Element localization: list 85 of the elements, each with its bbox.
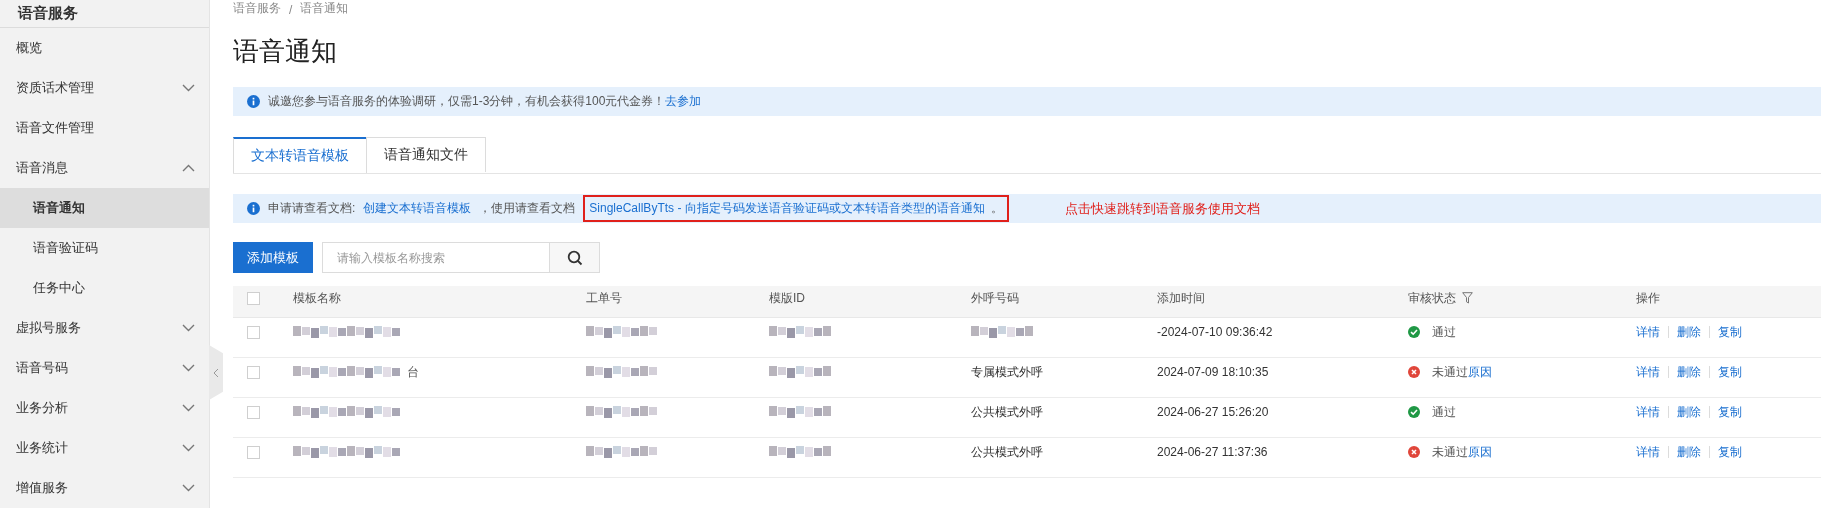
column-header: 模板名称 [293,289,342,307]
column-header: 外呼号码 [971,289,1020,307]
check-circle-icon [1408,406,1420,418]
checkbox[interactable] [247,365,260,379]
sidebar-item[interactable]: 语音通知 [0,188,209,229]
page-title: 语音通知 [233,35,338,68]
action-link[interactable]: 复制 [1718,443,1742,461]
column-header: 模版ID [769,289,806,307]
reason-link[interactable]: 原因 [1468,363,1492,381]
sidebar-item[interactable]: 语音号码 [0,348,209,388]
info-icon [247,202,260,215]
column-header: 审核状态 [1408,289,1456,307]
sidebar-item[interactable]: 任务中心 [0,268,209,309]
status-text: 通过 [1432,323,1456,341]
table-cell-text: 公共模式外呼 [971,443,1044,461]
action-link[interactable]: 详情 [1636,443,1660,461]
search-button[interactable] [550,242,600,273]
checkbox[interactable] [247,405,260,419]
notice-link[interactable]: 去参加 [665,93,702,110]
column-header: 操作 [1636,289,1661,307]
breadcrumb-item[interactable]: 语音服务 [233,0,281,17]
action-link[interactable]: 复制 [1718,363,1742,381]
action-link[interactable]: 删除 [1677,363,1701,381]
action-link[interactable]: 删除 [1677,443,1701,461]
table-cell-text: 2024-06-27 15:26:20 [1157,405,1270,419]
status-text: 未通过 [1432,363,1468,381]
column-header: 工单号 [586,289,623,307]
table-cell-text: 公共模式外呼 [971,403,1044,421]
status-text: 通过 [1432,403,1456,421]
table-cell-text: 2024-07-09 18:10:35 [1157,365,1270,379]
sidebar-item[interactable]: 语音消息 [0,148,209,189]
search-field[interactable]: 请输入模板名称搜索 [322,242,550,273]
chevron-down-icon [182,84,195,93]
status-text: 未通过 [1432,443,1468,461]
checkbox[interactable] [247,445,260,459]
notice-text: 申请请查看文档: [268,200,356,217]
search-icon [566,249,583,266]
table-cell-text: 2024-06-27 11:37:36 [1157,445,1269,459]
add-template-button[interactable]: 添加模板 [233,242,313,273]
checkbox[interactable] [247,325,260,339]
sidebar-item[interactable]: 虚拟号服务 [0,308,209,349]
reason-link[interactable]: 原因 [1468,443,1492,461]
sidebar-item[interactable]: 增值服务 [0,467,209,508]
chevron-up-icon [182,164,195,173]
tab[interactable]: 语音通知文件 [366,137,486,172]
check-circle-icon [1408,326,1420,338]
sidebar-item[interactable]: 业务分析 [0,388,209,428]
notice-text: 诚邀您参与语音服务的体验调研，仅需1-3分钟，有机会获得100元代金券！ [268,93,666,110]
sidebar-item[interactable]: 语音文件管理 [0,108,209,149]
x-circle-icon [1408,446,1420,458]
table-cell-text: -2024-07-10 09:36:42 [1157,325,1274,339]
action-link[interactable]: 复制 [1718,403,1742,421]
filter-icon[interactable] [1462,292,1473,304]
action-link[interactable]: 详情 [1636,403,1660,421]
action-link[interactable]: 详情 [1636,323,1660,341]
tab[interactable]: 文本转语音模板 [233,137,367,173]
column-header: 添加时间 [1157,289,1206,307]
table-cell-text: 专属模式外呼 [971,363,1044,381]
sidebar-item[interactable]: 语音验证码 [0,228,209,269]
chevron-down-icon [182,364,195,373]
action-link[interactable]: 删除 [1677,323,1701,341]
sidebar-item[interactable]: 业务统计 [0,428,209,468]
notice-text: ，使用请查看文档 [479,200,576,217]
action-link[interactable]: 复制 [1718,323,1742,341]
sidebar-item[interactable]: 概览 [0,28,209,69]
breadcrumb-item: / [289,3,293,17]
notice-text: 。 [990,200,1003,217]
action-link[interactable]: 删除 [1677,403,1701,421]
table-cell: 台 [407,363,419,381]
chevron-down-icon [182,324,195,333]
annotation-text: 点击快速跳转到语音服务使用文档 [1064,199,1260,218]
sidebar-title: 语音服务 [0,0,209,29]
doc-link[interactable]: SingleCallByTts - 向指定号码发送语音验证码或文本转语音类型的语音通知 [589,200,985,217]
breadcrumb-item[interactable]: 语音通知 [300,0,349,17]
x-circle-icon [1408,366,1420,378]
info-icon [247,95,260,108]
collapse-handle[interactable] [209,345,223,400]
chevron-down-icon [182,404,195,412]
action-link[interactable]: 详情 [1636,363,1660,381]
sidebar-item[interactable]: 资质话术管理 [0,68,209,109]
chevron-down-icon [182,443,195,452]
checkbox[interactable] [247,291,260,305]
doc-link[interactable]: 创建文本转语音模板 [363,200,472,217]
chevron-left-icon [213,367,219,378]
chevron-down-icon [182,483,195,492]
